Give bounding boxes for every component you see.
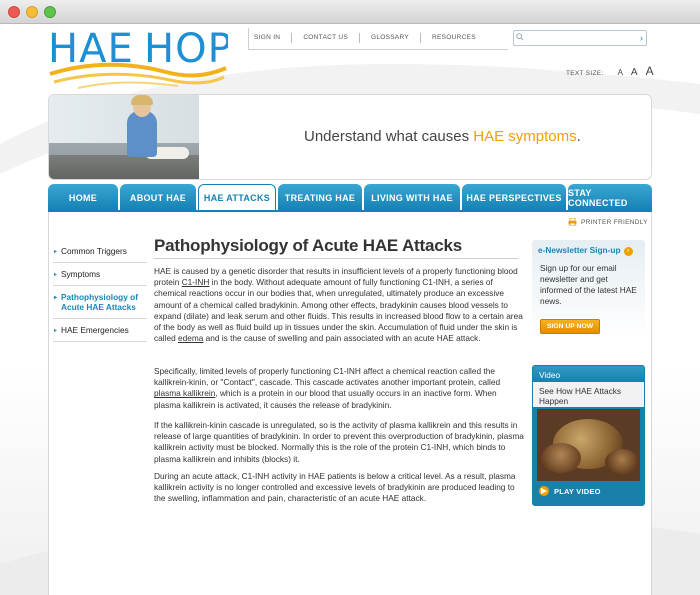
hero-banner: Understand what causes HAE symptoms. [48, 94, 652, 180]
browser-toolbar [0, 0, 700, 24]
video-description: See How HAE Attacks Happen [539, 386, 622, 406]
nav-underline [48, 210, 652, 212]
logo-graphic: HAE HOPE [48, 26, 258, 89]
resources-link[interactable]: RESOURCES [420, 33, 487, 43]
bullet-arrow-icon: ▸ [54, 249, 58, 255]
subnav-item-label: Common Triggers [61, 246, 127, 256]
subnav-item-hae-emergencies[interactable]: ▸ HAE Emergencies [53, 319, 147, 342]
glossary-link-c1-inh[interactable]: C1-INH [182, 277, 210, 287]
nav-tab-about-hae[interactable]: ABOUT HAE [120, 184, 196, 211]
arrow-right-icon[interactable]: › [640, 33, 643, 43]
subnav-item-label: HAE Emergencies [61, 325, 129, 335]
hae-hope-logo[interactable]: HAE HOPE [48, 26, 258, 92]
nav-tab-living-with-hae[interactable]: LIVING WITH HAE [364, 184, 460, 211]
utility-nav: SIGN IN CONTACT US GLOSSARY RESOURCES [248, 31, 487, 45]
printer-friendly-link[interactable]: PRINTER FRIENDLY [568, 218, 648, 226]
section-subnav: ▸ Common Triggers ▸ Symptoms ▸ Pathophys… [53, 240, 147, 342]
subnav-item-symptoms[interactable]: ▸ Symptoms [53, 263, 147, 286]
arrow-right-icon: › [623, 247, 633, 256]
nav-tab-stay-connected[interactable]: STAY CONNECTED [568, 184, 652, 211]
printer-icon [568, 218, 577, 226]
play-video-button[interactable]: ▶ PLAY VIDEO [539, 486, 601, 496]
text-size-control: TEXT SIZE: A A A [566, 64, 654, 78]
nav-tab-home[interactable]: HOME [48, 184, 118, 211]
minimize-window-icon[interactable] [26, 6, 38, 18]
sign-up-now-button[interactable]: SIGN UP NOW [540, 319, 600, 334]
nav-tab-hae-attacks[interactable]: HAE ATTACKS [198, 184, 276, 211]
search-icon [516, 33, 524, 41]
search-box[interactable]: › [513, 30, 647, 46]
paragraph-text: Specifically, limited levels of properly… [154, 366, 501, 388]
glossary-link[interactable]: GLOSSARY [358, 33, 420, 43]
bullet-arrow-icon: ▸ [54, 295, 58, 301]
maximize-window-icon[interactable] [44, 6, 56, 18]
article-paragraph-2: Specifically, limited levels of properly… [154, 366, 524, 411]
article-paragraph-3: If the kallikrein-kinin cascade is unreg… [154, 420, 524, 464]
article-paragraph-4: During an acute attack, C1-INH activity … [154, 471, 516, 504]
nav-tab-hae-perspectives[interactable]: HAE PERSPECTIVES [462, 184, 566, 211]
close-window-icon[interactable] [8, 6, 20, 18]
page-title: Pathophysiology of Acute HAE Attacks [154, 236, 462, 255]
sign-in-link[interactable]: SIGN IN [248, 33, 291, 43]
play-video-label: PLAY VIDEO [554, 486, 601, 496]
paragraph-text: and is the cause of swelling and pain as… [203, 333, 481, 344]
bullet-arrow-icon: ▸ [54, 328, 58, 334]
contact-us-link[interactable]: CONTACT US [291, 33, 359, 43]
text-size-label: TEXT SIZE: [566, 70, 604, 77]
newsletter-description: Sign up for our email newsletter and get… [540, 263, 637, 306]
subnav-item-label: Symptoms [61, 269, 101, 279]
glossary-link-edema[interactable]: edema [178, 333, 203, 343]
hero-photo [49, 95, 199, 179]
hero-tagline-suffix: . [576, 128, 581, 145]
text-size-medium-button[interactable]: A [631, 67, 638, 78]
utility-rule [248, 49, 508, 50]
text-size-large-button[interactable]: A [646, 64, 654, 78]
subnav-item-label: Pathophysiology of Acute HAE Attacks [61, 292, 138, 312]
hero-tagline-highlight: HAE symptoms [473, 128, 577, 145]
bullet-arrow-icon: ▸ [54, 272, 58, 278]
svg-text:HOPE: HOPE [144, 28, 228, 72]
article-paragraph-1: HAE is caused by a genetic disorder that… [154, 266, 524, 344]
printer-friendly-label: PRINTER FRIENDLY [581, 218, 648, 226]
title-divider [154, 258, 518, 259]
hero-tagline-text: Understand what causes [304, 128, 474, 145]
nav-tab-treating-hae[interactable]: TREATING HAE [278, 184, 362, 211]
search-input[interactable] [524, 32, 629, 44]
newsletter-title-text: e-Newsletter Sign-up [538, 245, 621, 255]
subnav-item-pathophysiology[interactable]: ▸ Pathophysiology of Acute HAE Attacks [53, 286, 147, 319]
newsletter-title[interactable]: e-Newsletter Sign-up › [538, 245, 633, 256]
video-header-label: Video [539, 370, 561, 380]
main-nav: HOME ABOUT HAE HAE ATTACKS TREATING HAE … [48, 184, 652, 211]
subnav-item-common-triggers[interactable]: ▸ Common Triggers [53, 240, 147, 263]
video-module: Video See How HAE Attacks Happen ▶ PLAY … [532, 365, 645, 506]
video-thumbnail[interactable] [537, 409, 640, 481]
glossary-link-plasma-kallikrein[interactable]: plasma kallikrein [154, 388, 215, 398]
text-size-small-button[interactable]: A [618, 68, 623, 77]
hero-tagline: Understand what causes HAE symptoms. [304, 128, 581, 145]
play-icon: ▶ [539, 486, 549, 496]
